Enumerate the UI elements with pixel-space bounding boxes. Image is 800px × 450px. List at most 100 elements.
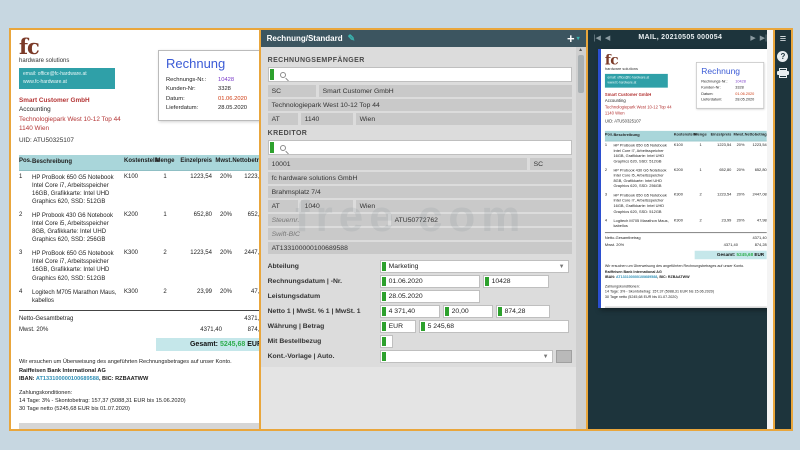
document-thumbnail[interactable]: fc hardware solutions email: office@fc-h…: [597, 49, 771, 308]
invoice-footer: fc hardware solutions GmbH - Brahmsplatz…: [19, 422, 259, 429]
form-body: RECHNUNGSEMPFÄNGER SC Smart Customer Gmb…: [261, 47, 586, 367]
menu-icon[interactable]: ≡: [780, 34, 786, 45]
col-cost: Kostenstelle: [673, 133, 697, 138]
customer-nr-label: Kunden-Nr:: [166, 86, 196, 93]
col-qty: Menge: [693, 133, 707, 138]
form-scrollbar[interactable]: ▲: [575, 47, 586, 429]
swift-bic-field: Swift-BIC: [267, 228, 572, 240]
form-header-bar: Rechnung/Standard ✎ + ▾: [260, 30, 586, 47]
abteilung-select[interactable]: Marketing ▼: [379, 260, 569, 273]
waehrung-input[interactable]: EUR: [379, 320, 416, 333]
thumbnail-panel: |◀ ◀ MAIL, 20210505 000054 ▶ ▶| fc hardw…: [585, 30, 773, 429]
scroll-up-icon[interactable]: ▲: [578, 47, 583, 53]
delivery-date-label: Lieferdatum:: [166, 104, 199, 111]
col-net: Nettobetrag: [744, 133, 767, 138]
recipient-uid: UID: ATU50325107: [19, 137, 74, 145]
kreditor-zip-field: 1040: [300, 200, 353, 212]
kontvorlage-select[interactable]: ▼: [379, 350, 553, 363]
contact-box: email: office@fc-hardware.at www.fc-hard…: [19, 68, 115, 89]
bestellbezug-label: Mit Bestellbezug: [267, 338, 322, 345]
help-icon[interactable]: ?: [777, 51, 789, 62]
kontvorlage-button[interactable]: [555, 350, 572, 363]
leistungsdatum-input[interactable]: 28.05.2020: [379, 290, 480, 303]
item-row: 4 Logitech M705 Marathon Maus, kabellos …: [19, 288, 260, 304]
totals-block: Netto-Gesamtbetrag 4371,40 Mwst. 20% 4371,…: [19, 309, 260, 336]
section-empfaenger-title: RECHNUNGSEMPFÄNGER: [267, 57, 365, 64]
edit-icon[interactable]: ✎: [348, 33, 356, 44]
netto-input[interactable]: 4 371,40: [379, 305, 440, 318]
leistungsdatum-label: Leistungsdatum: [267, 293, 321, 300]
invoice-title: Rechnung: [166, 56, 226, 71]
betrag-input[interactable]: 5 245,68: [418, 320, 569, 333]
kontvorlage-label: Kont.-Vorlage | Auto.: [267, 353, 335, 360]
vat-value: 874,28: [247, 326, 260, 333]
item-row: 2 HP Probook 430 G6 Notebook Intel Core …: [19, 211, 260, 244]
col-pos: Pos.: [604, 133, 613, 138]
payment-block: Wir ersuchen um Überweisung des angeführ…: [19, 358, 259, 413]
grand-total-currency: EUR: [754, 252, 764, 258]
rechnungsdatum-label: Rechnungsdatum | -Nr.: [267, 278, 343, 285]
kreditor-search-input[interactable]: [267, 140, 572, 155]
invoice-nr-label: Rechnungs-Nr.:: [166, 77, 207, 83]
netto-total-label: Netto-Gesamtbetrag: [19, 315, 74, 322]
add-button[interactable]: +: [567, 32, 575, 45]
invoice-date-label: Datum:: [166, 95, 185, 102]
empfaenger-zip-field: 1140: [300, 113, 353, 125]
mwst-input[interactable]: 874,28: [495, 305, 550, 318]
bic-value: RZBAATWW: [667, 275, 690, 280]
item-row: 2 HP Probook 430 G6 Notebook Intel Core …: [604, 168, 767, 189]
item-row: 3 HP ProBook 650 G5 Notebook Intel Core …: [19, 250, 260, 282]
item-row: 3 HP ProBook 650 G5 Notebook Intel Core …: [604, 193, 767, 214]
customer-nr-value: 3328: [218, 86, 231, 93]
netto-total-label: Netto-Gesamtbetrag: [604, 236, 641, 241]
vat-base: 4371,40: [723, 243, 738, 248]
first-page-icon[interactable]: |◀: [594, 34, 601, 42]
payment-block: Wir ersuchen um Überweisung des angeführ…: [605, 264, 767, 300]
contact-web: www.fc-hardware.at: [607, 80, 636, 85]
chevron-down-icon: ▼: [558, 263, 565, 270]
document-viewer-panel: fc hardware solutions email: office@fc-h…: [11, 30, 261, 429]
rechnungsdatum-input[interactable]: 01.06.2020: [379, 275, 480, 288]
delivery-date-label: Lieferdatum:: [700, 97, 722, 102]
kreditor-street-field: Brahmsplatz 7/4: [267, 186, 572, 198]
prev-page-icon[interactable]: ◀: [605, 34, 610, 42]
empfaenger-search-input[interactable]: [267, 67, 572, 82]
mwst-prozent-input[interactable]: 20,00: [442, 305, 493, 318]
chevron-down-icon[interactable]: ▾: [577, 35, 580, 42]
bic-value: RZBAATWW: [115, 376, 149, 383]
vat-label: Mwst. 20%: [604, 243, 624, 248]
payment-note: Wir ersuchen um Überweisung des angeführ…: [19, 359, 232, 366]
grand-total-value: 5245,68: [219, 341, 246, 349]
col-vat: Mwst.: [733, 133, 745, 138]
grand-total-label: Gesamt:: [716, 252, 735, 258]
contact-email: email: office@fc-hardware.at: [23, 71, 87, 77]
netto-mwst-label: Netto 1 | MwSt. % 1 | MwSt. 1: [267, 308, 361, 315]
last-page-icon[interactable]: ▶|: [760, 34, 767, 42]
chevron-down-icon: ▼: [542, 353, 549, 360]
empfaenger-country-field: AT: [267, 113, 298, 125]
col-net: Nettobetrag: [232, 158, 259, 165]
recipient-uid: UID: ATU50325107: [604, 119, 641, 124]
empfaenger-street-field: Technologiepark West 10-12 Top 44: [267, 99, 572, 111]
iban-value: AT133100000100689588: [615, 275, 657, 280]
grand-total-label: Gesamt:: [189, 341, 218, 349]
bestellbezug-checkbox[interactable]: [379, 335, 393, 348]
invoice-header-box: Rechnung Rechnungs-Nr.: 10428 Kunden-Nr: 3…: [158, 50, 259, 122]
messages-empty-area: [260, 367, 586, 429]
scrollbar-thumb[interactable]: [577, 55, 584, 93]
next-page-edge[interactable]: [766, 30, 773, 429]
bank-name: Raiffeisen Bank International AG: [19, 367, 106, 374]
thumbnail-scale-wrap: fc hardware solutions email: office@fc-h…: [601, 49, 771, 308]
invoice-items-table: Pos. Beschreibung Kostenstelle Menge Ein…: [604, 131, 767, 231]
condition-line: 30 Tage netto (5245,68 EUR bis 01.07.202…: [19, 406, 130, 413]
invoice-title: Rechnung: [700, 66, 740, 76]
condition-line: 30 Tage netto (5245,68 EUR bis 01.07.202…: [604, 295, 678, 300]
delivery-date-value: 28.05.2020: [218, 104, 248, 111]
conditions-title: Zahlungskonditionen:: [19, 389, 73, 396]
invoice-footer: fc hardware solutions GmbH - Brahmsplatz…: [604, 306, 767, 308]
print-icon[interactable]: [776, 68, 789, 78]
empfaenger-code-field: SC: [267, 85, 316, 97]
bic-label: , BIC:: [98, 376, 116, 383]
rechnungsnr-input[interactable]: 10428: [482, 275, 549, 288]
next-page-icon[interactable]: ▶: [750, 34, 755, 42]
